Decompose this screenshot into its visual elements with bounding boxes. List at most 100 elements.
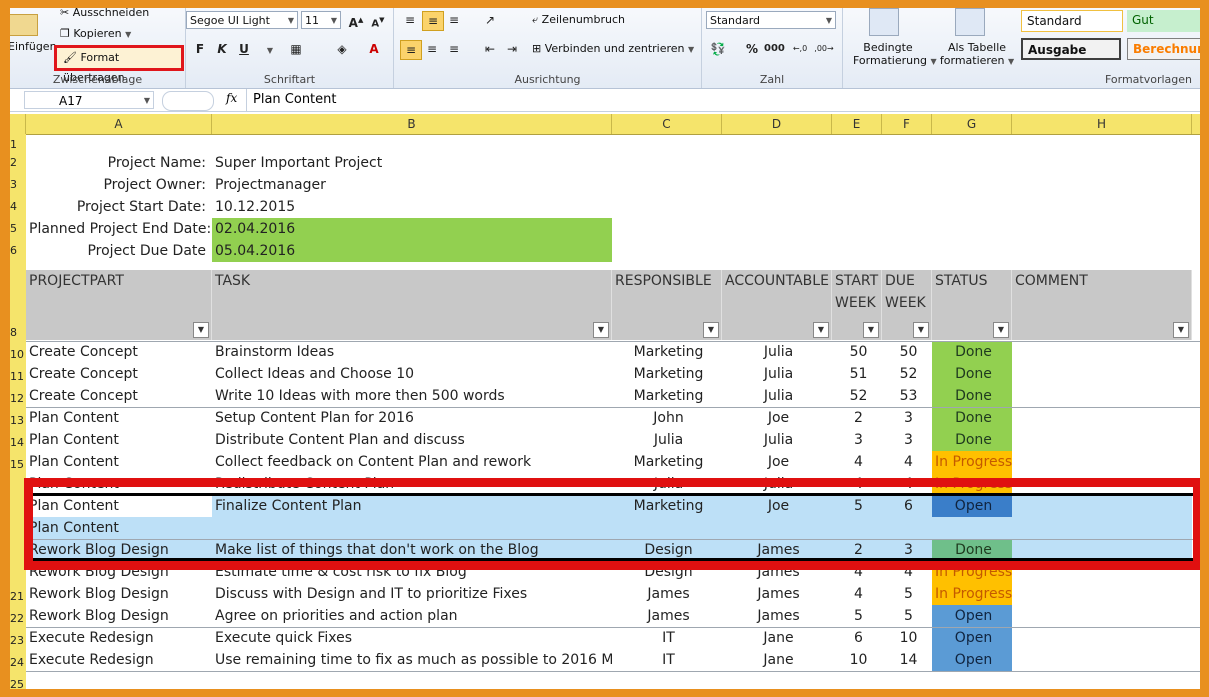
cell-responsible[interactable]: Marketing bbox=[612, 363, 722, 385]
info-value[interactable]: Super Important Project bbox=[212, 152, 612, 174]
cell-start-week[interactable] bbox=[832, 517, 882, 539]
header-status[interactable]: STATUS ▼ bbox=[932, 270, 1012, 340]
cell-start-week[interactable]: 50 bbox=[832, 341, 882, 363]
cell-start-week[interactable]: 6 bbox=[832, 627, 882, 649]
cell-responsible[interactable]: Marketing bbox=[612, 341, 722, 363]
cell-accountable[interactable]: Jane bbox=[722, 649, 832, 671]
header-start-week[interactable]: START WEEK ▼ bbox=[832, 270, 882, 340]
cell-start-week[interactable]: 4 bbox=[832, 451, 882, 473]
cell-responsible[interactable]: Marketing bbox=[612, 451, 722, 473]
cell-comment[interactable] bbox=[1012, 385, 1192, 407]
cell-projectpart[interactable]: Rework Blog Design bbox=[26, 605, 212, 627]
cell-projectpart[interactable]: Rework Blog Design bbox=[26, 583, 212, 605]
align-right-icon[interactable]: ≡ bbox=[444, 40, 464, 58]
cell-due-week[interactable]: 10 bbox=[882, 627, 932, 649]
cell-accountable[interactable]: Julia bbox=[722, 429, 832, 451]
cell-comment[interactable] bbox=[1012, 517, 1192, 539]
cell-projectpart[interactable]: Plan Content bbox=[26, 473, 212, 495]
align-top-icon[interactable]: ≡ bbox=[400, 11, 420, 29]
style-gut[interactable]: Gut bbox=[1127, 10, 1200, 32]
cell-accountable[interactable]: Jane bbox=[722, 627, 832, 649]
cell-due-week[interactable]: 4 bbox=[882, 561, 932, 583]
cell-status[interactable]: Open bbox=[932, 649, 1012, 671]
cell-responsible[interactable]: James bbox=[612, 583, 722, 605]
cell-task[interactable]: Collect Ideas and Choose 10 bbox=[212, 363, 612, 385]
cell-due-week[interactable]: 53 bbox=[882, 385, 932, 407]
cell-comment[interactable] bbox=[1012, 407, 1192, 429]
cell-due-week[interactable]: 14 bbox=[882, 649, 932, 671]
cell-comment[interactable] bbox=[1012, 341, 1192, 363]
cell-projectpart[interactable]: Create Concept bbox=[26, 363, 212, 385]
cell-status[interactable]: Done bbox=[932, 341, 1012, 363]
cell-projectpart[interactable]: Create Concept bbox=[26, 341, 212, 363]
row-header[interactable]: 12 bbox=[10, 392, 26, 405]
cell-task[interactable]: Distribute Content Plan and discuss bbox=[212, 429, 612, 451]
italic-button[interactable]: K bbox=[212, 40, 232, 58]
font-color-icon[interactable]: A bbox=[364, 40, 384, 58]
cell-status[interactable]: Open bbox=[932, 495, 1012, 517]
cell-due-week[interactable]: 4 bbox=[882, 451, 932, 473]
column-header-d[interactable]: D bbox=[722, 114, 832, 134]
cell-status[interactable]: In Progress bbox=[932, 583, 1012, 605]
cell-task[interactable]: Use remaining time to fix as much as pos… bbox=[212, 649, 612, 671]
cell-task[interactable]: Finalize Content Plan bbox=[212, 495, 612, 517]
header-task[interactable]: TASK ▼ bbox=[212, 270, 612, 340]
cell-projectpart[interactable]: Plan Content bbox=[26, 495, 212, 517]
format-as-table-button[interactable]: Als Tabelle formatieren ▼ bbox=[937, 41, 1017, 68]
chevron-down-icon[interactable]: ▼ bbox=[260, 40, 280, 58]
info-label[interactable]: Project Owner: bbox=[26, 174, 212, 196]
cell-responsible[interactable]: Julia bbox=[612, 429, 722, 451]
row-header[interactable]: 2 bbox=[10, 156, 26, 169]
row-header[interactable]: 23 bbox=[10, 634, 26, 647]
cell-status[interactable]: Done bbox=[932, 429, 1012, 451]
header-accountable[interactable]: ACCOUNTABLE ▼ bbox=[722, 270, 832, 340]
cell-projectpart[interactable]: Plan Content bbox=[26, 517, 212, 539]
header-due-week[interactable]: DUE WEEK ▼ bbox=[882, 270, 932, 340]
row-header[interactable]: 3 bbox=[10, 178, 26, 191]
percent-icon[interactable]: % bbox=[742, 40, 762, 58]
currency-icon[interactable]: 💱 bbox=[708, 40, 728, 58]
info-value[interactable]: 10.12.2015 bbox=[212, 196, 612, 218]
cell-projectpart[interactable]: Execute Redesign bbox=[26, 627, 212, 649]
info-label[interactable]: Project Start Date: bbox=[26, 196, 212, 218]
cell-responsible[interactable]: Julia bbox=[612, 473, 722, 495]
cell-task[interactable]: Execute quick Fixes bbox=[212, 627, 612, 649]
cell-status[interactable]: Done bbox=[932, 407, 1012, 429]
row-header[interactable]: 4 bbox=[10, 200, 26, 213]
cell-status[interactable]: In Progress bbox=[932, 451, 1012, 473]
filter-dropdown-icon[interactable]: ▼ bbox=[1173, 322, 1189, 338]
formula-input[interactable]: Plan Content bbox=[246, 89, 1200, 111]
cell-status[interactable]: Done bbox=[932, 363, 1012, 385]
align-middle-icon[interactable]: ≡ bbox=[422, 11, 444, 31]
cell-responsible[interactable]: Marketing bbox=[612, 385, 722, 407]
row-header[interactable]: 8 bbox=[10, 326, 26, 339]
cell-comment[interactable] bbox=[1012, 495, 1192, 517]
cell-status[interactable]: Open bbox=[932, 605, 1012, 627]
cell-task[interactable]: Agree on priorities and action plan bbox=[212, 605, 612, 627]
cell-due-week[interactable]: 3 bbox=[882, 407, 932, 429]
cell-comment[interactable] bbox=[1012, 649, 1192, 671]
cell-task[interactable]: Brainstorm Ideas bbox=[212, 341, 612, 363]
align-bottom-icon[interactable]: ≡ bbox=[444, 11, 464, 29]
cell-start-week[interactable]: 4 bbox=[832, 561, 882, 583]
cell-task[interactable]: Write 10 Ideas with more then 500 words bbox=[212, 385, 612, 407]
filter-dropdown-icon[interactable]: ▼ bbox=[993, 322, 1009, 338]
info-label[interactable]: Project Due Date bbox=[26, 240, 212, 262]
cell-responsible[interactable]: IT bbox=[612, 649, 722, 671]
conditional-format-button[interactable]: Bedingte Formatierung ▼ bbox=[853, 41, 937, 68]
copy-button[interactable]: ❐ Kopieren ▼ bbox=[60, 27, 131, 40]
cell-due-week[interactable]: 5 bbox=[882, 583, 932, 605]
align-left-icon[interactable]: ≡ bbox=[400, 40, 422, 60]
cell-projectpart[interactable]: Plan Content bbox=[26, 429, 212, 451]
column-header-g[interactable]: G bbox=[932, 114, 1012, 134]
filter-dropdown-icon[interactable]: ▼ bbox=[813, 322, 829, 338]
font-size-select[interactable]: 11 ▼ bbox=[301, 11, 341, 29]
cell-start-week[interactable]: 3 bbox=[832, 429, 882, 451]
cell-accountable[interactable]: Joe bbox=[722, 451, 832, 473]
cell-due-week[interactable]: 4 bbox=[882, 473, 932, 495]
indent-decrease-icon[interactable]: ⇤ bbox=[480, 40, 500, 58]
row-header[interactable]: 21 bbox=[10, 590, 26, 603]
header-projectpart[interactable]: PROJECTPART ▼ bbox=[26, 270, 212, 340]
cell-projectpart[interactable]: Plan Content bbox=[26, 407, 212, 429]
cell-projectpart[interactable]: Execute Redesign bbox=[26, 649, 212, 671]
